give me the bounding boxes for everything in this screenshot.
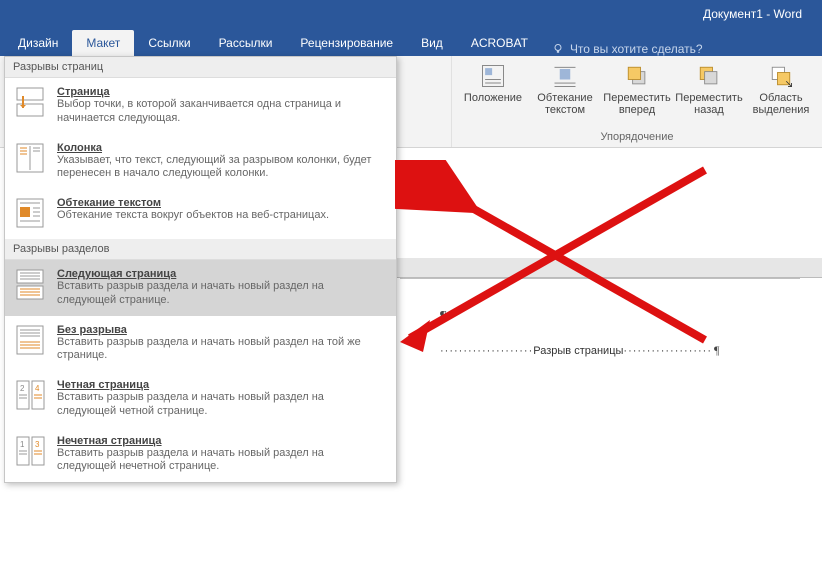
wrap-text-button[interactable]: Обтекание текстом [532,58,598,116]
break-odd-desc: Вставить разрыв раздела и начать новый р… [57,447,386,475]
tab-review[interactable]: Рецензирование [286,30,407,56]
break-odd-icon: 13 [15,435,47,469]
wrap-text-label: Обтекание текстом [532,92,598,116]
position-icon [479,62,507,90]
break-continuous-desc: Вставить разрыв раздела и начать новый р… [57,336,386,364]
position-button[interactable]: Положение [460,58,526,104]
selection-pane-button[interactable]: Область выделения [748,58,814,116]
break-textwrap-title: Обтекание текстом [57,197,386,209]
wrap-text-icon [551,62,579,90]
svg-text:1: 1 [20,440,25,449]
send-backward-icon [695,62,723,90]
selection-pane-label: Область выделения [748,92,814,116]
page-breaks-header: Разрывы страниц [5,57,396,78]
break-continuous-item[interactable]: Без разрыва Вставить разрыв раздела и на… [5,316,396,372]
break-column-desc: Указывает, что текст, следующий за разры… [57,154,386,182]
break-continuous-title: Без разрыва [57,324,386,336]
tab-design[interactable]: Дизайн [4,30,72,56]
bring-forward-label: Переместить вперед [603,92,670,116]
svg-text:3: 3 [35,440,40,449]
bulb-icon [552,43,564,55]
break-column-title: Колонка [57,142,386,154]
tab-references[interactable]: Ссылки [134,30,204,56]
tab-view[interactable]: Вид [407,30,457,56]
break-nextpage-desc: Вставить разрыв раздела и начать новый р… [57,280,386,308]
break-page-icon [15,86,47,120]
title-bar: Документ1 - Word [0,0,822,28]
ribbon-tabs: Дизайн Макет Ссылки Рассылки Рецензирова… [0,28,822,56]
send-backward-button[interactable]: Переместить назад [676,58,742,116]
svg-text:2: 2 [20,384,25,393]
break-column-item[interactable]: Колонка Указывает, что текст, следующий … [5,134,396,190]
break-odd-title: Нечетная страница [57,435,386,447]
break-even-title: Четная страница [57,379,386,391]
bring-forward-icon [623,62,651,90]
paragraph-mark: ¶ [440,309,760,325]
tab-layout[interactable]: Макет [72,30,134,56]
document-page[interactable]: ¶ ···················· Разрыв страницы ·… [400,278,800,578]
page-break-indicator: ···················· Разрыв страницы ···… [440,343,760,358]
breaks-dropdown: Разрывы страниц Страница Выбор точки, в … [4,56,397,483]
dots-left: ···················· [440,345,533,357]
break-page-title: Страница [57,86,386,98]
break-nextpage-title: Следующая страница [57,268,386,280]
paragraph-mark: ¶ [714,343,719,358]
break-odd-item[interactable]: 13 Нечетная страница Вставить разрыв раз… [5,427,396,483]
break-even-item[interactable]: 24 Четная страница Вставить разрыв разде… [5,371,396,427]
break-nextpage-icon [15,268,47,302]
tab-mailings[interactable]: Рассылки [205,30,287,56]
tell-me-label: Что вы хотите сделать? [570,42,703,56]
tab-acrobat[interactable]: ACROBAT [457,30,542,56]
page-break-label: Разрыв страницы [533,345,623,357]
break-page-desc: Выбор точки, в которой заканчивается одн… [57,98,386,126]
tell-me-box[interactable]: Что вы хотите сделать? [542,42,713,56]
arrange-group-label: Упорядочение [601,131,674,145]
break-even-icon: 24 [15,379,47,413]
position-label: Положение [464,92,522,104]
break-textwrap-desc: Обтекание текста вокруг объектов на веб-… [57,209,386,223]
svg-text:4: 4 [35,384,40,393]
dots-right: ··················· [623,345,712,357]
window-title: Документ1 - Word [703,7,802,21]
break-page-item[interactable]: Страница Выбор точки, в которой заканчив… [5,78,396,134]
break-textwrap-item[interactable]: Обтекание текстом Обтекание текста вокру… [5,189,396,239]
send-backward-label: Переместить назад [675,92,742,116]
break-textwrap-icon [15,197,47,231]
break-even-desc: Вставить разрыв раздела и начать новый р… [57,391,386,419]
break-continuous-icon [15,324,47,358]
section-breaks-header: Разрывы разделов [5,239,396,260]
selection-pane-icon [767,62,795,90]
break-column-icon [15,142,47,176]
break-nextpage-item[interactable]: Следующая страница Вставить разрыв разде… [5,260,396,316]
bring-forward-button[interactable]: Переместить вперед [604,58,670,116]
